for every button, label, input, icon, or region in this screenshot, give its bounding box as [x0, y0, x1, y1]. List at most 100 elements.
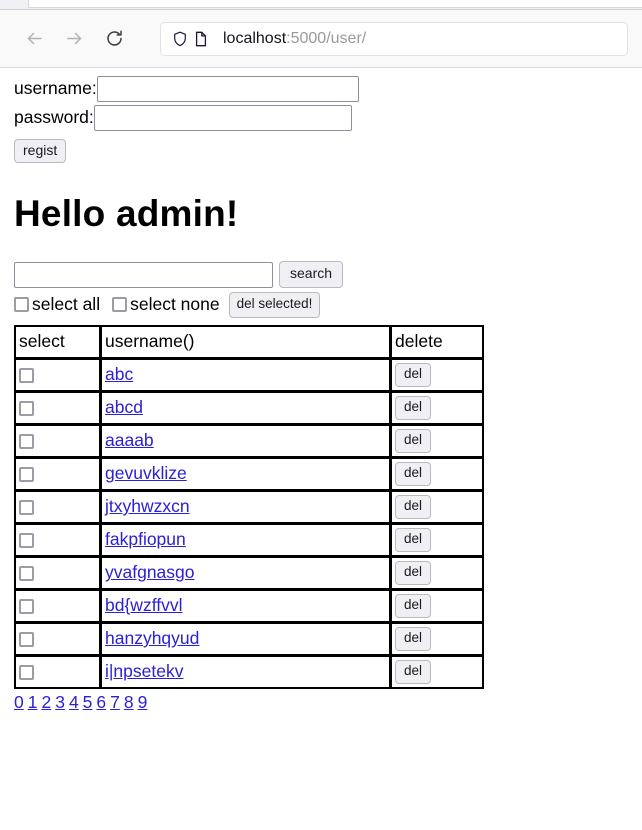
username-link[interactable]: jtxyhwzxcn [105, 496, 190, 516]
row-delete-cell: del [391, 457, 483, 490]
delete-row-button[interactable]: del [395, 429, 432, 454]
table-row: fakpfiopun del [15, 523, 483, 556]
row-username-cell: abc [101, 358, 390, 391]
page-title: Hello admin! [14, 193, 239, 235]
delete-row-button[interactable]: del [395, 462, 432, 487]
delete-row-button[interactable]: del [395, 495, 432, 520]
pagination-link[interactable]: 8 [124, 692, 134, 712]
table-row: gevuvklize del [15, 457, 483, 490]
username-input[interactable] [96, 76, 359, 102]
username-row: username: [14, 76, 642, 102]
table-head: select username() delete [15, 325, 483, 358]
table-row: abc del [15, 358, 483, 391]
pagination-link[interactable]: 9 [138, 692, 148, 712]
pagination-link[interactable]: 6 [96, 692, 106, 712]
pagination: 0123456789 [14, 692, 642, 713]
back-button[interactable] [14, 22, 54, 56]
row-select-checkbox[interactable] [19, 500, 34, 515]
username-link[interactable]: fakpfiopun [105, 529, 186, 549]
row-select-checkbox[interactable] [19, 599, 34, 614]
pagination-link[interactable]: 4 [69, 692, 79, 712]
row-delete-cell: del [391, 391, 483, 424]
delete-row-button[interactable]: del [395, 363, 432, 388]
reload-button[interactable] [94, 22, 134, 56]
username-link[interactable]: abcd [105, 397, 143, 417]
username-link[interactable]: aaaab [105, 430, 154, 450]
delete-row-button[interactable]: del [395, 627, 432, 652]
table-row: yvafgnasgo del [15, 556, 483, 589]
tab-strip [0, 0, 642, 10]
url-path: :5000/user/ [286, 29, 367, 47]
username-link[interactable]: bd{wzffvvl [105, 595, 183, 615]
row-select-cell [15, 556, 100, 589]
table-row: abcd del [15, 391, 483, 424]
username-link[interactable]: gevuvklize [105, 463, 187, 483]
pagination-link[interactable]: 5 [83, 692, 93, 712]
delete-row-button[interactable]: del [395, 528, 432, 553]
row-select-cell [15, 589, 100, 622]
select-all-checkbox[interactable] [14, 297, 29, 313]
row-username-cell: gevuvklize [101, 457, 390, 490]
select-none-text: select none [130, 294, 220, 315]
username-link[interactable]: hanzyhqyud [105, 628, 199, 648]
username-label: username: [14, 78, 97, 99]
forward-button[interactable] [54, 22, 94, 56]
row-delete-cell: del [391, 358, 483, 391]
pagination-link[interactable]: 1 [28, 692, 38, 712]
row-delete-cell: del [391, 490, 483, 523]
password-label: password: [14, 107, 94, 128]
row-select-checkbox[interactable] [19, 632, 34, 647]
row-select-checkbox[interactable] [19, 401, 34, 416]
pagination-link[interactable]: 7 [110, 692, 120, 712]
shield-icon[interactable] [171, 30, 189, 48]
select-all-label[interactable]: select all [14, 294, 100, 315]
row-delete-cell: del [391, 589, 483, 622]
search-button[interactable]: search [279, 261, 344, 288]
row-select-checkbox[interactable] [19, 533, 34, 548]
delete-row-button[interactable]: del [395, 594, 432, 619]
row-username-cell: i|npsetekv [101, 655, 390, 688]
header-delete: delete [391, 325, 483, 358]
delete-row-button[interactable]: del [395, 561, 432, 586]
row-select-checkbox[interactable] [19, 368, 34, 383]
row-delete-cell: del [391, 523, 483, 556]
regist-button[interactable]: regist [14, 139, 67, 164]
row-select-checkbox[interactable] [19, 566, 34, 581]
delete-selected-button[interactable]: del selected! [228, 291, 321, 318]
username-link[interactable]: yvafgnasgo [105, 562, 195, 582]
search-input[interactable] [14, 261, 273, 288]
user-table: select username() delete abc del abcd del aa… [14, 324, 484, 689]
password-input[interactable] [93, 105, 352, 131]
delete-row-button[interactable]: del [395, 660, 432, 685]
row-select-cell [15, 523, 100, 556]
page-document-icon[interactable] [192, 30, 210, 48]
pagination-link[interactable]: 0 [14, 692, 24, 712]
select-none-label[interactable]: select none [112, 294, 220, 315]
pagination-link[interactable]: 2 [41, 692, 51, 712]
url-host: localhost [223, 29, 287, 47]
delete-row-button[interactable]: del [395, 396, 432, 421]
username-link[interactable]: abc [105, 364, 133, 384]
browser-tab[interactable] [28, 0, 642, 8]
table-row: i|npsetekv del [15, 655, 483, 688]
row-select-checkbox[interactable] [19, 467, 34, 482]
url-bar[interactable]: localhost:5000/user/ [160, 21, 628, 56]
row-select-checkbox[interactable] [19, 665, 34, 680]
header-select: select [15, 325, 100, 358]
row-username-cell: aaaab [101, 424, 390, 457]
row-select-cell [15, 424, 100, 457]
row-username-cell: fakpfiopun [101, 523, 390, 556]
pagination-link[interactable]: 3 [55, 692, 65, 712]
url-text[interactable]: localhost:5000/user/ [223, 30, 366, 48]
row-select-cell [15, 622, 100, 655]
username-link[interactable]: i|npsetekv [105, 661, 183, 681]
row-select-cell [15, 391, 100, 424]
row-username-cell: yvafgnasgo [101, 556, 390, 589]
table-row: bd{wzffvvl del [15, 589, 483, 622]
row-username-cell: bd{wzffvvl [101, 589, 390, 622]
select-none-checkbox[interactable] [112, 297, 128, 313]
row-select-checkbox[interactable] [19, 434, 34, 449]
password-row: password: [14, 105, 642, 131]
row-delete-cell: del [391, 556, 483, 589]
bulk-actions-row: select all select none del selected! [14, 291, 642, 318]
